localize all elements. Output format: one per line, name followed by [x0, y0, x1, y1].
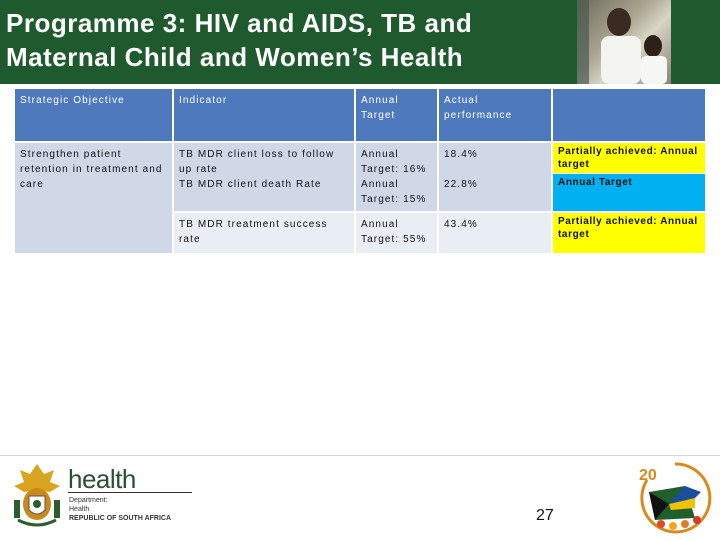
status-badge-row1b: Annual Target: [553, 174, 705, 211]
indicator-death-rate: TB MDR client death Rate: [179, 179, 322, 190]
strategic-objective-cell: Strengthen patient retention in treatmen…: [15, 143, 172, 253]
indicator-cell-row1: TB MDR client loss to follow up rate TB …: [174, 143, 354, 211]
page-number: 27: [536, 507, 554, 524]
freedom-20-years-icon: 20: [635, 458, 715, 536]
actual-death-rate: 22.8%: [444, 179, 478, 190]
dept-line-3: REPUBLIC OF SOUTH AFRICA: [69, 515, 172, 522]
header-strategic-objective: Strategic Objective: [15, 89, 172, 141]
footer-divider: [0, 455, 720, 456]
title-line-2: Maternal Child and Women’s Health: [6, 42, 464, 72]
actual-treatment-success: 43.4%: [439, 213, 551, 253]
target-loss-to-follow-up: Annual Target: 16%: [361, 149, 427, 175]
status-badge-row2: Partially achieved: Annual target: [553, 213, 705, 253]
annual-target-cell-row1: Annual Target: 16% Annual Target: 15%: [356, 143, 437, 211]
title-line-1: Programme 3: HIV and AIDS, TB and: [6, 8, 473, 38]
actual-loss-to-follow-up: 18.4%: [444, 149, 478, 160]
header-actual-performance: Actual performance: [439, 89, 551, 141]
target-treatment-success: Annual Target: 55%: [356, 213, 437, 253]
performance-table: Strategic Objective Indicator Annual Tar…: [15, 89, 705, 253]
indicator-treatment-success: TB MDR treatment success rate: [174, 213, 354, 253]
header-indicator: Indicator: [174, 89, 354, 141]
department-label: Department: Health REPUBLIC OF SOUTH AFR…: [69, 496, 171, 523]
header-photo: [577, 0, 671, 84]
header-status: [553, 89, 705, 141]
dept-line-2: Health: [69, 506, 90, 513]
dept-line-1: Department:: [69, 497, 108, 504]
coat-of-arms-icon: [10, 460, 64, 530]
logo-underline: [68, 492, 192, 493]
svg-text:20: 20: [639, 467, 657, 484]
actual-cell-row1: 18.4% 22.8%: [439, 143, 551, 211]
status-badge-row1a: Partially achieved: Annual target: [553, 143, 705, 173]
header-annual-target: Annual Target: [356, 89, 437, 141]
slide-title: Programme 3: HIV and AIDS, TB and Matern…: [6, 6, 576, 74]
health-logo-text: health: [68, 464, 136, 494]
indicator-loss-to-follow-up: TB MDR client loss to follow up rate: [179, 149, 335, 175]
target-death-rate: Annual Target: 15%: [361, 179, 427, 205]
